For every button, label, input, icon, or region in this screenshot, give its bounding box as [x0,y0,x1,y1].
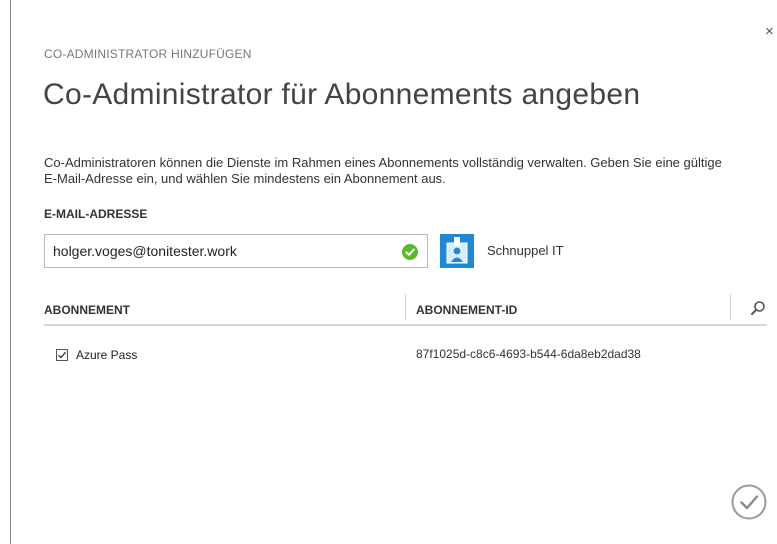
email-label: E-MAIL-ADRESSE [44,207,148,221]
subscription-name: Azure Pass [76,348,138,362]
column-header-subscription-id[interactable]: ABONNEMENT-ID [416,303,517,317]
column-divider [730,294,731,320]
search-icon[interactable] [749,299,767,317]
column-header-subscription[interactable]: ABONNEMENT [44,303,130,317]
close-button[interactable]: × [765,24,777,40]
check-circle-icon [402,244,418,260]
email-field-wrapper [44,234,428,268]
subscription-checkbox[interactable] [56,349,68,361]
description-text: Co-Administratoren können die Dienste im… [44,155,722,186]
dialog-left-border [10,0,11,544]
tenant-name: Schnuppel IT [487,243,564,258]
checkmark-icon [58,351,67,359]
subscription-id: 87f1025d-c8c6-4693-b544-6da8eb2dad38 [416,347,641,361]
tenant-badge-icon [440,234,474,268]
step-caption: CO-ADMINISTRATOR HINZUFÜGEN [44,47,252,61]
add-coadmin-dialog: × CO-ADMINISTRATOR HINZUFÜGEN Co-Adminis… [0,0,777,544]
page-title: Co-Administrator für Abonnements angeben [43,78,641,111]
confirm-button[interactable] [731,484,767,520]
close-icon[interactable]: × [765,24,774,40]
table-row[interactable]: Azure Pass 87f1025d-c8c6-4693-b544-6da8e… [44,343,767,367]
email-field[interactable] [45,235,385,267]
subscription-table-header: ABONNEMENT ABONNEMENT-ID [44,292,767,326]
column-divider [405,294,406,320]
